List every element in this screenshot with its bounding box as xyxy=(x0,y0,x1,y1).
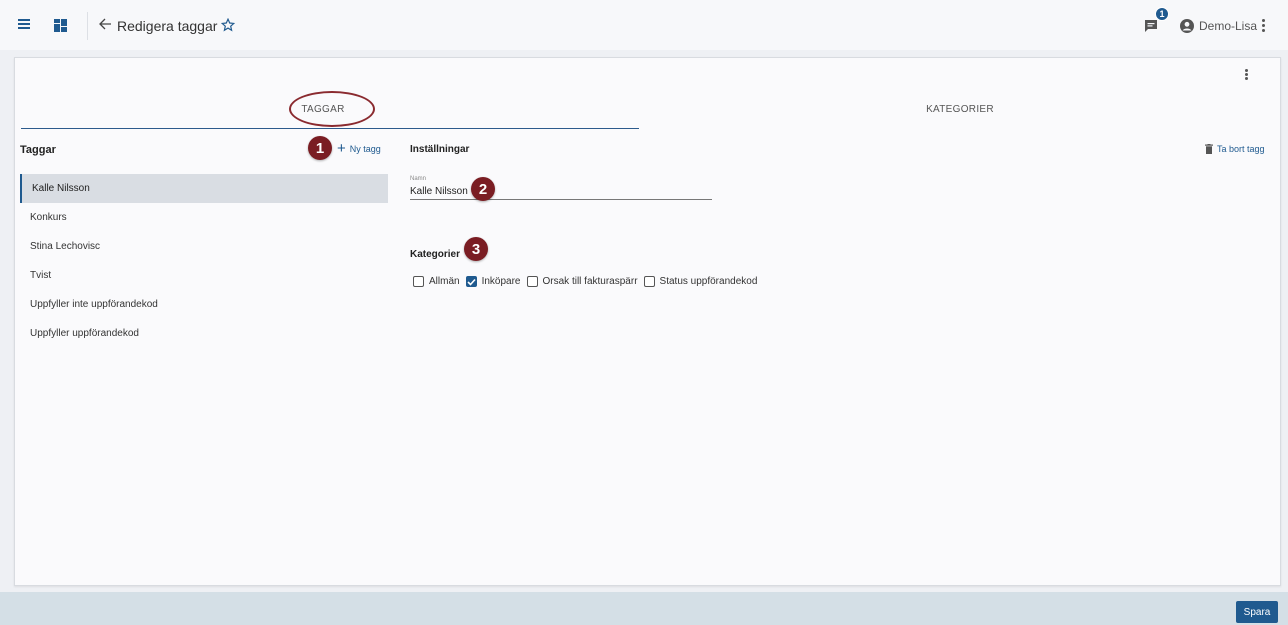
category-checkboxes: Allmän Inköpare Orsak till fakturaspärr … xyxy=(413,276,763,287)
highlight-oval xyxy=(289,91,375,127)
bottom-bar xyxy=(0,592,1288,625)
page-title: Redigera taggar xyxy=(117,18,218,34)
trash-icon xyxy=(1205,144,1213,154)
save-button[interactable]: Spara xyxy=(1236,601,1278,623)
checkbox-unchecked-icon[interactable] xyxy=(643,276,655,287)
list-item[interactable]: Kalle Nilsson xyxy=(20,174,388,203)
new-tag-button[interactable]: + Ny tagg xyxy=(337,141,381,156)
marker-3: 3 xyxy=(464,237,488,261)
category-label: Inköpare xyxy=(481,276,521,287)
tag-list: Kalle Nilsson Konkurs Stina Lechovisc Tv… xyxy=(20,174,388,348)
list-item[interactable]: Uppfyller uppförandekod xyxy=(20,319,388,348)
user-name[interactable]: Demo-Lisa xyxy=(1199,19,1257,33)
list-item[interactable]: Stina Lechovisc xyxy=(20,232,388,261)
menu-icon[interactable] xyxy=(16,17,32,31)
list-item[interactable]: Tvist xyxy=(20,261,388,290)
divider xyxy=(87,12,88,40)
checkbox-checked-icon[interactable] xyxy=(465,276,477,287)
marker-2: 2 xyxy=(471,177,495,201)
kebab-icon[interactable] xyxy=(1260,17,1266,33)
notification-badge: 1 xyxy=(1155,7,1169,21)
tab-kategorier[interactable]: KATEGORIER xyxy=(910,104,1010,115)
tag-list-title: Taggar xyxy=(20,144,56,156)
checkbox-unchecked-icon[interactable] xyxy=(413,276,424,287)
star-icon[interactable] xyxy=(220,17,236,33)
card-kebab-icon[interactable] xyxy=(1243,68,1249,84)
delete-tag-label: Ta bort tagg xyxy=(1217,144,1265,154)
plus-icon: + xyxy=(337,140,346,157)
category-checkbox[interactable]: Status uppförandekod xyxy=(643,276,758,287)
list-item[interactable]: Konkurs xyxy=(20,203,388,232)
delete-tag-button[interactable]: Ta bort tagg xyxy=(1205,144,1265,154)
category-checkbox[interactable]: Allmän xyxy=(413,276,460,287)
back-arrow-icon[interactable] xyxy=(98,17,112,31)
active-tab-indicator xyxy=(21,128,639,129)
category-label: Orsak till fakturaspärr xyxy=(542,276,638,287)
tag-editor-card: TAGGAR KATEGORIER Taggar + Ny tagg 1 Kal… xyxy=(14,57,1281,586)
user-circle-icon[interactable] xyxy=(1179,18,1194,33)
category-checkbox[interactable]: Inköpare xyxy=(465,276,521,287)
category-label: Status uppförandekod xyxy=(659,276,758,287)
chat-icon[interactable] xyxy=(1143,18,1159,34)
category-checkbox[interactable]: Orsak till fakturaspärr xyxy=(526,276,638,287)
name-field-label: Namn xyxy=(410,176,427,182)
dashboard-icon[interactable] xyxy=(53,18,67,32)
top-bar: Redigera taggar 1 Demo-Lisa xyxy=(0,0,1288,50)
categories-title: Kategorier xyxy=(410,249,461,260)
list-item[interactable]: Uppfyller inte uppförandekod xyxy=(20,290,388,319)
category-label: Allmän xyxy=(429,276,460,287)
name-field[interactable] xyxy=(410,184,712,200)
new-tag-label: Ny tagg xyxy=(349,143,381,154)
checkbox-unchecked-icon[interactable] xyxy=(526,276,538,287)
marker-1: 1 xyxy=(308,136,332,160)
settings-title: Inställningar xyxy=(410,144,470,155)
